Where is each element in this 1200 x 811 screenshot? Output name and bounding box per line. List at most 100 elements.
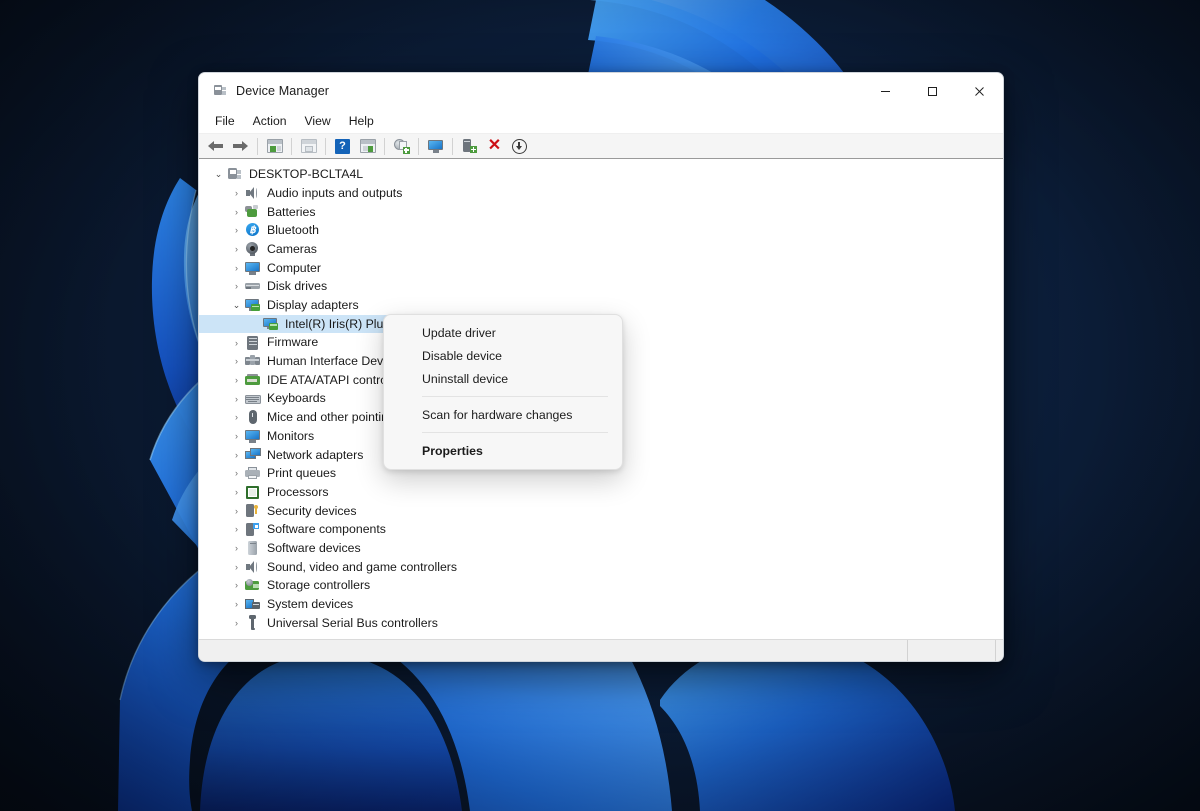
chevron-right-icon[interactable]: › (229, 352, 244, 370)
chevron-right-icon[interactable]: › (229, 427, 244, 445)
menu-file[interactable]: File (206, 111, 244, 131)
context-menu-item[interactable]: Properties (384, 439, 622, 462)
tree-row[interactable]: › Processors (199, 483, 1003, 502)
hid-icon (244, 353, 261, 369)
install-legacy-hardware-button[interactable] (457, 135, 482, 157)
chevron-right-icon[interactable]: › (229, 371, 244, 389)
tree-label: DESKTOP-BCLTA4L (249, 167, 364, 182)
tree-label: Bluetooth (267, 223, 319, 238)
chevron-right-icon[interactable]: › (229, 595, 244, 613)
minimize-button[interactable] (862, 73, 909, 109)
disable-device-button[interactable] (507, 135, 532, 157)
maximize-button[interactable] (909, 73, 956, 109)
security-key-icon (244, 503, 261, 519)
tree-row[interactable]: › Batteries (199, 202, 1003, 221)
context-menu-separator (422, 432, 608, 433)
tree-row[interactable]: › Disk drives (199, 277, 1003, 296)
back-button[interactable] (203, 135, 228, 157)
tree-row[interactable]: › System devices (199, 595, 1003, 614)
update-driver-icon (393, 138, 410, 154)
chevron-right-icon[interactable]: › (229, 520, 244, 538)
tree-label: Sound, video and game controllers (267, 559, 458, 574)
help-button[interactable]: ? (330, 135, 355, 157)
firmware-icon (244, 335, 261, 351)
chevron-right-icon[interactable]: › (229, 408, 244, 426)
toolbar-separator (257, 137, 258, 155)
red-x-icon: ✕ (487, 137, 502, 154)
tree-row[interactable]: › Security devices (199, 501, 1003, 520)
scan-hardware-changes-button[interactable] (355, 135, 380, 157)
chevron-down-icon[interactable]: ⌄ (229, 296, 244, 314)
chevron-right-icon[interactable]: › (229, 259, 244, 277)
show-hide-console-tree-button[interactable] (262, 135, 287, 157)
chevron-right-icon[interactable]: › (229, 576, 244, 594)
update-driver-button[interactable] (389, 135, 414, 157)
tree-row[interactable]: › Computer (199, 258, 1003, 277)
tree-row-root[interactable]: ⌄ DESKTOP-BCLTA4L (199, 165, 1003, 184)
tree-label: Monitors (267, 428, 315, 443)
chevron-right-icon[interactable]: › (229, 277, 244, 295)
status-panel-3 (996, 640, 1003, 661)
chevron-right-icon[interactable]: › (229, 446, 244, 464)
properties-button[interactable] (296, 135, 321, 157)
tree-row[interactable]: › Storage controllers (199, 576, 1003, 595)
context-menu-item[interactable]: Uninstall device (384, 367, 622, 390)
forward-button[interactable] (228, 135, 253, 157)
tree-row[interactable]: › Software devices (199, 539, 1003, 558)
close-icon (975, 86, 984, 96)
software-component-icon (244, 521, 261, 537)
chevron-right-icon[interactable]: › (229, 558, 244, 576)
close-button[interactable] (956, 73, 1003, 109)
chevron-right-icon[interactable]: › (229, 221, 244, 239)
window-controls (862, 73, 1003, 109)
chevron-down-icon[interactable]: ⌄ (211, 165, 226, 183)
battery-icon (244, 204, 261, 220)
tree-row[interactable]: › Cameras (199, 240, 1003, 259)
context-menu[interactable]: Update driver Disable device Uninstall dev… (383, 314, 623, 470)
chevron-right-icon[interactable]: › (229, 483, 244, 501)
tree-label: Display adapters (267, 298, 359, 312)
toolbar-separator (291, 137, 292, 155)
menu-action[interactable]: Action (244, 111, 296, 131)
display-adapter-icon (244, 297, 261, 313)
tree-label: Batteries (267, 204, 316, 219)
monitor-icon (427, 139, 444, 153)
chevron-right-icon[interactable]: › (229, 539, 244, 557)
chevron-right-icon[interactable]: › (229, 203, 244, 221)
tree-row[interactable]: › ฿ Bluetooth (199, 221, 1003, 240)
device-manager-icon (211, 83, 227, 99)
display-button[interactable] (423, 135, 448, 157)
arrow-right-icon (233, 140, 248, 153)
tree-row[interactable]: › Software components (199, 520, 1003, 539)
chevron-right-icon[interactable]: › (229, 390, 244, 408)
keyboard-icon (244, 391, 261, 407)
tree-row[interactable]: › Audio inputs and outputs (199, 184, 1003, 203)
context-menu-item[interactable]: Scan for hardware changes (384, 403, 622, 426)
menu-help[interactable]: Help (340, 111, 383, 131)
uninstall-device-button[interactable]: ✕ (482, 135, 507, 157)
chevron-right-icon[interactable]: › (229, 502, 244, 520)
camera-icon (244, 241, 261, 257)
menu-bar: File Action View Help (199, 109, 1003, 134)
tree-label: Software devices (267, 540, 361, 555)
menu-view[interactable]: View (296, 111, 340, 131)
chevron-right-icon[interactable]: › (229, 464, 244, 482)
computer-node-icon (226, 166, 243, 182)
tree-row[interactable]: › Universal Serial Bus controllers (199, 614, 1003, 633)
monitor-icon (244, 260, 261, 276)
context-menu-item[interactable]: Update driver (384, 321, 622, 344)
tree-row[interactable]: › Sound, video and game controllers (199, 557, 1003, 576)
mouse-icon (244, 409, 261, 425)
tree-label: Firmware (267, 335, 319, 350)
chevron-right-icon[interactable]: › (229, 184, 244, 202)
tree-row[interactable]: ⌄ Display adapters (199, 296, 1003, 315)
chevron-right-icon[interactable]: › (229, 614, 244, 632)
chevron-right-icon[interactable]: › (229, 334, 244, 352)
software-device-icon (244, 540, 261, 556)
bluetooth-icon: ฿ (244, 222, 261, 238)
chevron-right-icon[interactable]: › (229, 240, 244, 258)
system-device-icon (244, 596, 261, 612)
title-bar[interactable]: Device Manager (199, 73, 1003, 109)
ide-controller-icon (244, 372, 261, 388)
context-menu-item[interactable]: Disable device (384, 344, 622, 367)
